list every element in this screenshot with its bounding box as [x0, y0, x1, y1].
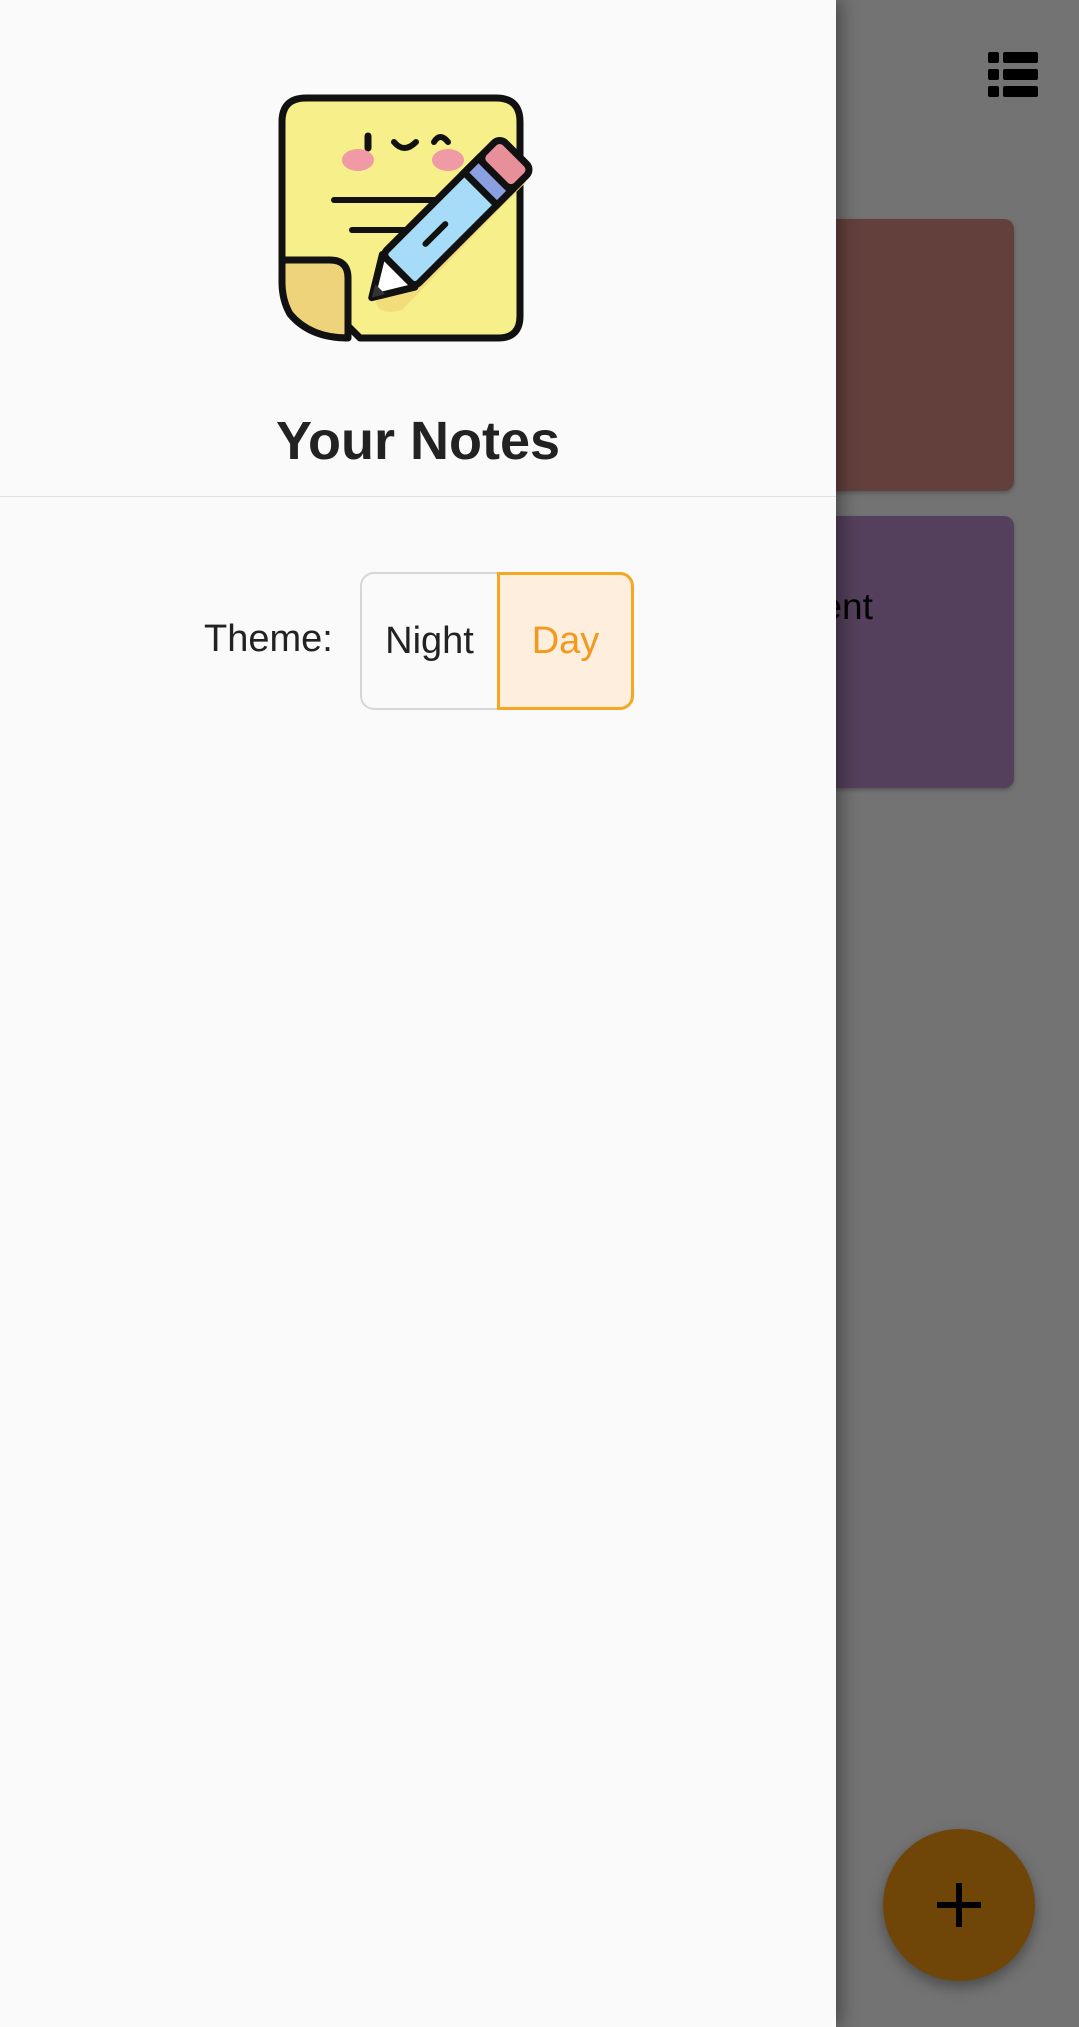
theme-segmented-control: Night Day [360, 572, 634, 710]
theme-label: Theme: [204, 618, 333, 660]
notes-logo-icon [276, 92, 560, 344]
drawer-title: Your Notes [275, 411, 561, 471]
theme-option-night[interactable]: Night [360, 572, 497, 710]
drawer-header: Your Notes [0, 0, 836, 497]
navigation-drawer: Your Notes Theme: Night Day [0, 0, 836, 2027]
theme-option-day[interactable]: Day [497, 572, 634, 710]
theme-selector-row: Theme: Night Day [0, 572, 836, 712]
